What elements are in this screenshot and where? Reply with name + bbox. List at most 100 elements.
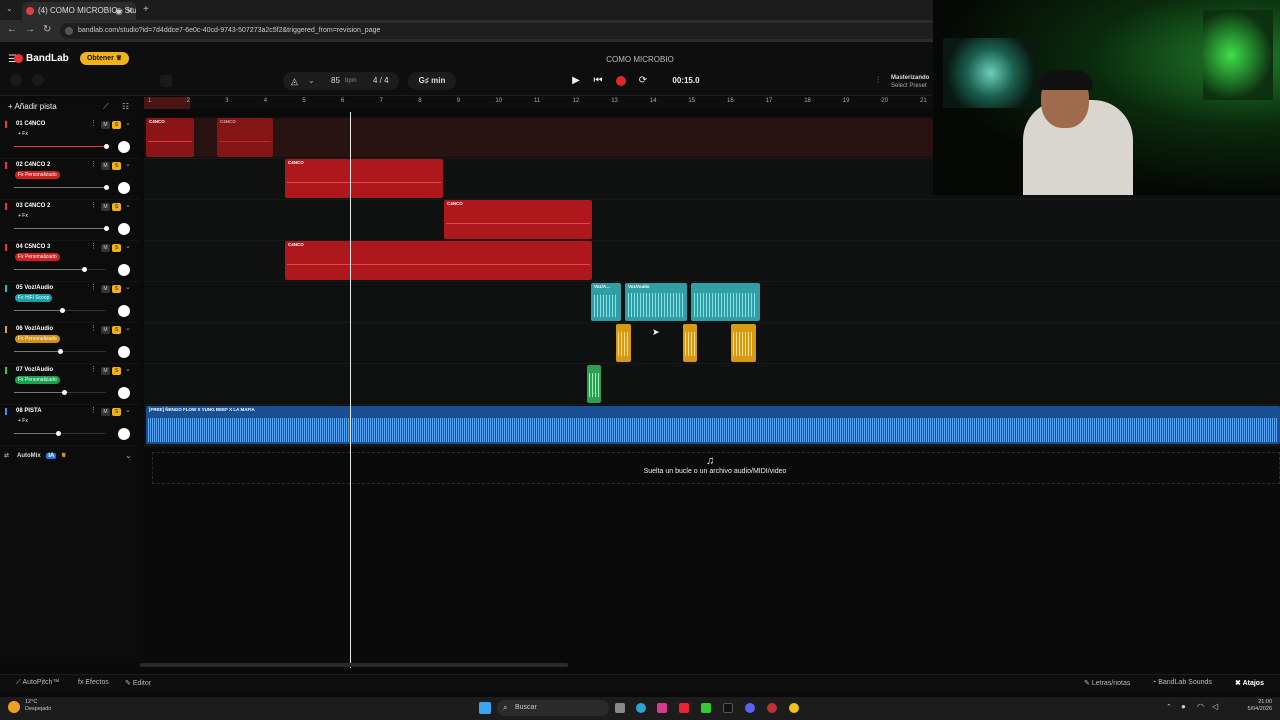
get-membership-button[interactable]: Obtener ♕: [80, 52, 129, 65]
track-more-icon[interactable]: ⋮: [90, 201, 97, 209]
editor-button[interactable]: ✎ Editor: [125, 679, 151, 687]
clip-c4nco-1a[interactable]: C4NCO: [146, 118, 194, 157]
mic-icon[interactable]: ●: [1181, 702, 1186, 711]
lyrics-notes-button[interactable]: ✎ Letras/notas: [1084, 679, 1130, 687]
project-title[interactable]: COMO MICROBIO: [540, 55, 740, 64]
bandlab-sounds-button[interactable]: ◔ BandLab Sounds: [1152, 679, 1212, 686]
mute-button[interactable]: M: [101, 162, 110, 170]
shortcuts-button[interactable]: ✖ Atajos: [1235, 679, 1264, 687]
windows-start-icon[interactable]: [479, 702, 491, 714]
track-lane-3[interactable]: [144, 200, 1280, 241]
volume-slider[interactable]: [14, 269, 106, 270]
track-expand-chevron-icon[interactable]: ⌄: [125, 324, 131, 332]
instagram-icon[interactable]: [657, 703, 667, 713]
track-header-6[interactable]: 06 Voz/Audio Fx Personalizado ⋮ M S ⌄: [0, 323, 140, 364]
close-tab-icon[interactable]: ✕: [126, 2, 134, 20]
pan-knob[interactable]: [118, 141, 130, 153]
clip-voz-audio-1[interactable]: Voz/A...: [591, 283, 621, 321]
track-name[interactable]: 02 C4NCO 2: [16, 162, 50, 168]
track-more-icon[interactable]: ⋮: [90, 365, 97, 373]
new-tab-icon[interactable]: +: [143, 4, 149, 15]
track-header-1[interactable]: 01 C4NCO + Fx ⋮ M S ⌄: [0, 118, 140, 159]
track-name[interactable]: 05 Voz/Audio: [16, 285, 53, 291]
autopitch-button[interactable]: ⟋ AutoPitch™: [16, 679, 59, 687]
clip-voz-audio-3[interactable]: [691, 283, 760, 321]
track-expand-chevron-icon[interactable]: ⌄: [125, 242, 131, 250]
track-expand-chevron-icon[interactable]: ⌄: [125, 365, 131, 373]
volume-slider-handle[interactable]: [62, 390, 67, 395]
clip-voz-gold-2[interactable]: [683, 324, 697, 362]
play-icon[interactable]: ▶: [567, 72, 585, 90]
track-fx-button[interactable]: + Fx: [15, 130, 31, 138]
track-more-icon[interactable]: ⋮: [90, 242, 97, 250]
browser-tab[interactable]: (4) COMO MICROBIO - Stu ◉ ✕: [22, 2, 136, 20]
volume-slider-handle[interactable]: [104, 185, 109, 190]
time-signature[interactable]: 4 / 4: [373, 72, 389, 90]
pan-knob[interactable]: [118, 264, 130, 276]
chrome-icon[interactable]: [789, 703, 799, 713]
track-expand-chevron-icon[interactable]: ⌄: [125, 160, 131, 168]
track-more-icon[interactable]: ⋮: [90, 119, 97, 127]
mute-button[interactable]: M: [101, 367, 110, 375]
audio-tab-icon[interactable]: ◉: [115, 2, 123, 20]
track-fx-button[interactable]: Fx Personalizado: [15, 171, 60, 179]
solo-button[interactable]: S: [112, 121, 121, 129]
volume-slider[interactable]: [14, 187, 106, 188]
track-name[interactable]: 03 C4NCO 2: [16, 203, 50, 209]
track-header-2[interactable]: 02 C4NCO 2 Fx Personalizado ⋮ M S ⌄: [0, 159, 140, 200]
clock[interactable]: 21:00 5/04/2026: [1236, 699, 1272, 713]
track-header-7[interactable]: 07 Voz/Audio Fx Personalizado ⋮ M S ⌄: [0, 364, 140, 405]
track-fx-button[interactable]: + Fx: [15, 212, 31, 220]
track-name[interactable]: 08 PISTA: [16, 408, 42, 414]
youtube-icon[interactable]: [679, 703, 689, 713]
tempo-value[interactable]: 85: [331, 72, 340, 90]
weather-widget[interactable]: 12°C Despejado: [25, 699, 51, 713]
track-lane-7[interactable]: [144, 364, 1280, 405]
forward-icon[interactable]: →: [25, 24, 35, 35]
obs-icon[interactable]: [767, 703, 777, 713]
effects-button[interactable]: fx Efectos: [78, 679, 109, 686]
clip-voz-gold-1[interactable]: [616, 324, 631, 362]
clip-c4nco-2[interactable]: C4NCO: [285, 159, 443, 198]
track-expand-chevron-icon[interactable]: ⌄: [125, 406, 131, 414]
mixer-toggle-icon[interactable]: [160, 75, 172, 87]
volume-slider-handle[interactable]: [104, 226, 109, 231]
weather-icon[interactable]: [8, 701, 20, 713]
track-expand-chevron-icon[interactable]: ⌄: [125, 119, 131, 127]
discord-icon[interactable]: [745, 703, 755, 713]
loop-icon[interactable]: ⟳: [634, 72, 652, 90]
tray-chevron-icon[interactable]: ⌃: [1166, 703, 1172, 711]
solo-button[interactable]: S: [112, 408, 121, 416]
track-fx-button[interactable]: Fx Personalizado: [15, 253, 60, 261]
clip-c4nco-4[interactable]: C4NCO: [285, 241, 592, 280]
record-button[interactable]: [612, 72, 630, 90]
track-header-5[interactable]: 05 Voz/Audio Fx HiFi Scoop ⋮ M S ⌄: [0, 282, 140, 323]
pan-knob[interactable]: [118, 346, 130, 358]
horizontal-scrollbar[interactable]: [140, 663, 568, 667]
wifi-icon[interactable]: ◠: [1197, 702, 1204, 711]
tiktok-icon[interactable]: [723, 703, 733, 713]
clip-voz-green-1[interactable]: [587, 365, 601, 403]
track-name[interactable]: 06 Voz/Audio: [16, 326, 53, 332]
pan-knob[interactable]: [118, 182, 130, 194]
automix-chevron-icon[interactable]: ⌄: [125, 451, 132, 460]
taskbar-search[interactable]: ⌕ Buscar: [497, 700, 609, 716]
volume-slider[interactable]: [14, 146, 106, 147]
track-lane-6[interactable]: [144, 323, 1280, 364]
volume-slider-handle[interactable]: [82, 267, 87, 272]
volume-slider-handle[interactable]: [58, 349, 63, 354]
track-expand-chevron-icon[interactable]: ⌄: [125, 201, 131, 209]
solo-button[interactable]: S: [112, 203, 121, 211]
pan-knob[interactable]: [118, 305, 130, 317]
reload-icon[interactable]: ↻: [43, 24, 51, 35]
mute-button[interactable]: M: [101, 203, 110, 211]
track-header-8[interactable]: 08 PISTA + Fx ⋮ M S ⌄: [0, 405, 140, 446]
back-icon[interactable]: ←: [7, 24, 17, 35]
tuner-icon[interactable]: ⟋: [103, 102, 109, 112]
track-fx-button[interactable]: + Fx: [15, 417, 31, 425]
clip-c4nco-3[interactable]: C4NCO: [444, 200, 592, 239]
track-settings-icon[interactable]: ☷: [122, 102, 129, 111]
solo-button[interactable]: S: [112, 162, 121, 170]
solo-button[interactable]: S: [112, 326, 121, 334]
volume-slider-handle[interactable]: [60, 308, 65, 313]
